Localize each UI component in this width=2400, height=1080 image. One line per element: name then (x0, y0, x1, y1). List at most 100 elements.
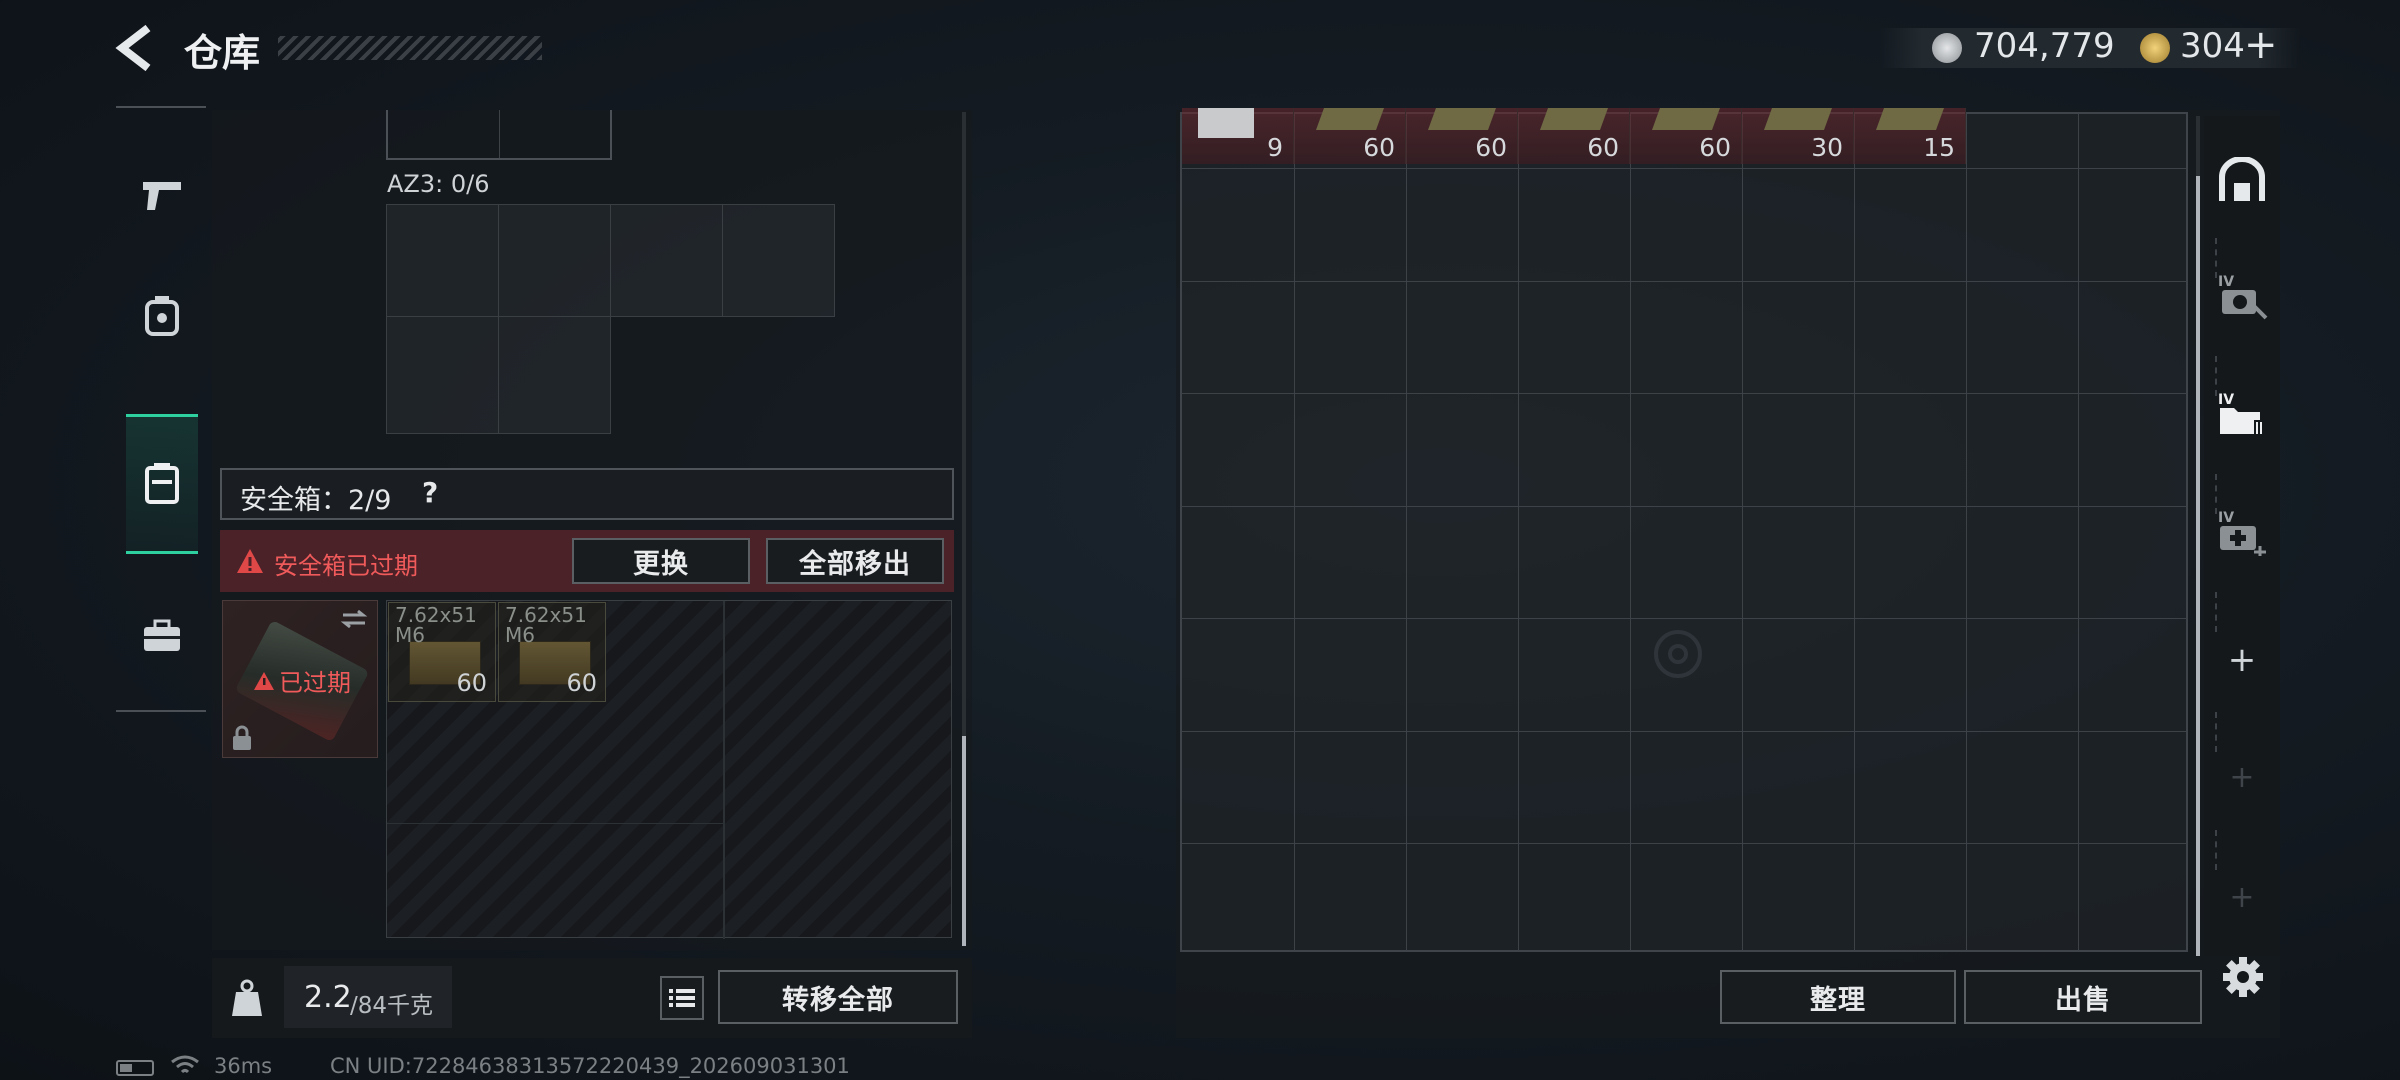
stash-item-qty: 15 (1923, 133, 1955, 162)
left-scrollbar[interactable] (962, 112, 966, 946)
stash-grid-line (1182, 618, 2186, 619)
swap-icon[interactable] (339, 609, 369, 629)
gold-coin-icon (2140, 33, 2170, 63)
az3-label: AZ3: 0/6 (387, 170, 490, 198)
tab-iv-1[interactable]: IV (2208, 256, 2276, 336)
sell-button[interactable]: 出售 (1964, 970, 2202, 1024)
expired-notice-text: 安全箱已过期 (274, 552, 418, 580)
stash-grid-line (1182, 280, 2186, 282)
sort-button[interactable]: 整理 (1720, 970, 1956, 1024)
tab-iv-3[interactable]: IV (2208, 492, 2276, 572)
ammo-box-icon (1651, 108, 1721, 130)
ammo-box-icon (1315, 108, 1385, 130)
warning-icon (237, 549, 263, 573)
stash-item[interactable]: 30 (1742, 108, 1854, 164)
stash-grid-line (1182, 168, 2186, 169)
settings-button[interactable] (2218, 952, 2268, 1002)
stash-grid-line (1742, 114, 1743, 950)
item-box-icon (1198, 108, 1254, 138)
page-title: 仓库 (184, 31, 261, 75)
replace-button[interactable]: 更换 (572, 538, 750, 584)
nav-armor[interactable] (114, 266, 210, 366)
stash-grid-line (1182, 843, 2186, 844)
stash-grid-line (1966, 114, 1967, 950)
safebox-icon (145, 463, 179, 504)
container-grid-upper[interactable] (386, 110, 612, 160)
title-decoration (278, 36, 542, 60)
iv-camera-icon: IV (2218, 274, 2268, 320)
iv-folder-icon: IV (2218, 392, 2266, 436)
expired-tag: 已过期 (253, 663, 351, 698)
silver-amount: 704,779 (1974, 26, 2115, 66)
tab-add[interactable]: + (2208, 620, 2276, 700)
stash-item[interactable]: 60 (1630, 108, 1742, 164)
stash-item[interactable]: 15 (1854, 108, 1966, 164)
left-nav (114, 106, 210, 712)
back-button[interactable] (112, 22, 160, 74)
stash-scrollbar[interactable] (2196, 116, 2200, 956)
weight-icon (232, 979, 262, 1016)
stash-item-qty: 60 (1475, 133, 1507, 162)
ammo-box-icon (1427, 108, 1497, 130)
safebox-item-slot[interactable]: 已过期 (222, 600, 378, 758)
gold-amount: 304 (2180, 26, 2245, 66)
ammo-box-icon (1875, 108, 1945, 130)
weight-max: /84千克 (350, 993, 434, 1019)
stash-grid-line (1854, 114, 1855, 950)
az3-grid[interactable] (386, 204, 836, 434)
pistol-icon (143, 182, 181, 210)
stash-grid-line (2078, 114, 2079, 950)
ping-text: 36ms (214, 1054, 273, 1078)
nav-weapons[interactable] (114, 146, 210, 246)
svg-text:IV: IV (2218, 392, 2234, 408)
stash-grid[interactable] (1180, 112, 2188, 952)
stash-item-qty: 9 (1267, 133, 1283, 162)
remove-all-button[interactable]: 全部移出 (766, 538, 944, 584)
stash-item[interactable]: 9 (1182, 108, 1294, 164)
stash-crosshair-icon (1654, 630, 1702, 678)
iv-medkit-icon: IV (2218, 510, 2266, 556)
transfer-all-button[interactable]: 转移全部 (718, 970, 958, 1024)
toolbox-icon (144, 619, 180, 651)
ammo-item-2[interactable]: 7.62x51 M6 60 (498, 602, 606, 702)
tab-iv-2[interactable]: IV (2208, 374, 2276, 454)
gear-icon (2223, 957, 2263, 997)
svg-text:IV: IV (2218, 510, 2234, 526)
back-arrow-icon (115, 24, 151, 72)
battery-icon (116, 1060, 154, 1076)
list-view-button[interactable] (660, 976, 704, 1020)
stash-grid-line (1182, 393, 2186, 394)
wifi-icon (171, 1055, 199, 1074)
stash-grid-line (1182, 505, 2186, 507)
tab-stash[interactable] (2208, 140, 2276, 220)
stash-grid-line (1518, 114, 1519, 950)
plus-icon: + (2229, 759, 2255, 795)
silver-coin-icon (1932, 33, 1962, 63)
lock-icon (233, 725, 251, 750)
stash-grid-line (1630, 114, 1631, 950)
stash-item[interactable]: 60 (1518, 108, 1630, 164)
warehouse-icon (2219, 157, 2265, 201)
stash-grid-line (1182, 730, 2186, 732)
stash-item-qty: 60 (1587, 133, 1619, 162)
backpack-icon (145, 296, 179, 336)
stash-item-qty: 60 (1363, 133, 1395, 162)
stash-item[interactable]: 60 (1294, 108, 1406, 164)
nav-toolbox[interactable] (114, 586, 210, 686)
help-icon[interactable]: ? (422, 476, 438, 509)
safebox-header: 安全箱：2/9 ? (220, 468, 954, 520)
plus-icon: + (2229, 879, 2255, 915)
safebox-label: 安全箱：2/9 (240, 485, 392, 516)
plus-icon: + (2227, 640, 2257, 680)
weight-value: 2.2 (304, 980, 352, 1015)
ammo-box-icon (1539, 108, 1609, 130)
add-gold-button[interactable]: + (2244, 22, 2278, 68)
tab-add-locked: + (2208, 862, 2276, 932)
ammo-item-1[interactable]: 7.62x51 M6 60 (388, 602, 496, 702)
nav-safebox[interactable] (126, 414, 198, 554)
ammo-box-icon (1763, 108, 1833, 130)
svg-text:IV: IV (2218, 274, 2234, 290)
stash-item[interactable]: 60 (1406, 108, 1518, 164)
stash-item-qty: 60 (1699, 133, 1731, 162)
tab-add-locked: + (2208, 742, 2276, 812)
